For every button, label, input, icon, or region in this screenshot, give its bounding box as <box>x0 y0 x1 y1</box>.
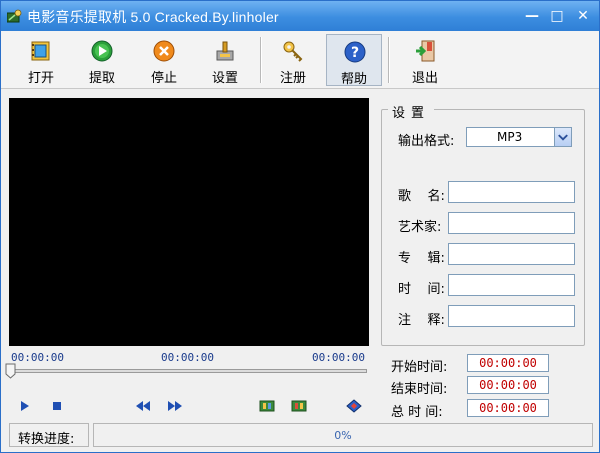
minimize-button[interactable]: — <box>521 7 543 25</box>
stop-button[interactable]: 停止 <box>136 34 192 86</box>
time-label: 时 间: <box>398 282 445 297</box>
toolbar-separator <box>260 37 262 83</box>
status-label-panel: 转换进度: <box>9 423 89 447</box>
seek-bar[interactable] <box>11 369 367 373</box>
progress-label: 转换进度: <box>18 432 75 447</box>
end-time-label: 结束时间: <box>391 382 448 397</box>
artist-label: 艺术家: <box>398 220 442 235</box>
key-icon <box>283 41 303 62</box>
time-field[interactable] <box>448 274 575 296</box>
settings-legend: 设置 <box>388 102 435 121</box>
format-label: 输出格式: <box>398 134 455 149</box>
fast-forward-icon[interactable] <box>167 399 183 413</box>
maximize-button[interactable]: □ <box>546 7 568 25</box>
app-music-icon <box>7 9 22 23</box>
play-icon[interactable] <box>17 399 33 413</box>
start-time-label: 开始时间: <box>391 360 448 375</box>
total-time-label: 总 时 间: <box>391 405 443 420</box>
toolbar: 打开 提取 停止 设置 注册 ? 帮助 退出 <box>1 31 599 89</box>
song-name-label: 歌 名: <box>398 189 445 204</box>
album-label: 专 辑: <box>398 251 445 266</box>
middle-time: 00:00:00 <box>161 351 214 364</box>
help-button[interactable]: ? 帮助 <box>326 34 382 87</box>
stop-label: 停止 <box>150 71 177 86</box>
exit-button[interactable]: 退出 <box>397 34 453 86</box>
app-window: 电影音乐提取机 5.0 Cracked.By.linholer — □ ✕ 打开… <box>0 0 600 453</box>
mark-start-icon[interactable] <box>259 399 275 413</box>
chevron-down-icon[interactable] <box>554 128 571 146</box>
toolbar-separator <box>388 37 390 83</box>
start-time-box[interactable]: 00:00:00 <box>467 354 549 372</box>
close-button[interactable]: ✕ <box>572 7 594 25</box>
open-label: 打开 <box>27 71 54 86</box>
stop-icon <box>153 40 175 62</box>
help-icon: ? <box>344 41 366 63</box>
stop-small-icon[interactable] <box>49 399 65 413</box>
comment-field[interactable] <box>448 305 575 327</box>
seek-thumb[interactable] <box>5 363 16 379</box>
help-label: 帮助 <box>340 72 367 87</box>
format-select[interactable]: MP3 <box>466 127 572 147</box>
extract-label: 提取 <box>88 71 115 86</box>
register-label: 注册 <box>279 71 306 86</box>
song-name-field[interactable] <box>448 181 575 203</box>
current-time: 00:00:00 <box>11 351 64 364</box>
comment-label: 注 释: <box>398 313 445 328</box>
mark-end-icon[interactable] <box>291 399 307 413</box>
settings-button[interactable]: 设置 <box>197 34 253 86</box>
settings-icon <box>216 41 234 61</box>
artist-field[interactable] <box>448 212 575 234</box>
format-value: MP3 <box>497 130 523 144</box>
svg-text:?: ? <box>351 45 359 61</box>
end-time-box[interactable]: 00:00:00 <box>467 376 549 394</box>
progress-text: 0% <box>334 429 352 442</box>
window-title: 电影音乐提取机 5.0 Cracked.By.linholer <box>27 9 279 25</box>
open-film-icon <box>31 41 50 61</box>
open-button[interactable]: 打开 <box>13 34 69 86</box>
total-time-box[interactable]: 00:00:00 <box>467 399 549 417</box>
settings-label: 设置 <box>211 71 238 86</box>
progress-bar: 0% <box>93 423 593 447</box>
title-bar[interactable]: 电影音乐提取机 5.0 Cracked.By.linholer — □ ✕ <box>1 1 599 31</box>
exit-label: 退出 <box>411 71 438 86</box>
extract-button[interactable]: 提取 <box>74 34 130 86</box>
play-extract-icon <box>91 40 113 62</box>
video-preview[interactable] <box>9 98 369 346</box>
rewind-icon[interactable] <box>135 399 151 413</box>
total-time: 00:00:00 <box>312 351 365 364</box>
album-field[interactable] <box>448 243 575 265</box>
exit-icon <box>416 40 435 62</box>
snapshot-icon[interactable] <box>346 399 362 413</box>
register-button[interactable]: 注册 <box>265 34 321 86</box>
